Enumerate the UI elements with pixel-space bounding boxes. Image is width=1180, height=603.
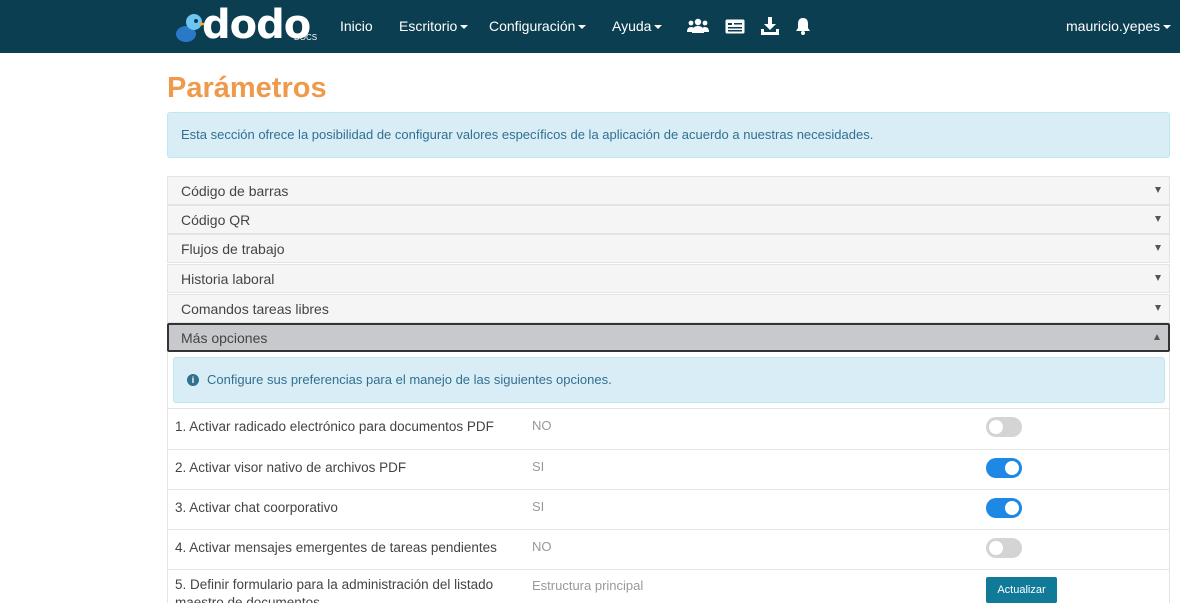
toggle-switch[interactable] — [986, 458, 1022, 478]
accordion-codigo-qr[interactable]: Código QR — [167, 205, 1170, 234]
caret-down-icon — [460, 25, 469, 30]
option-value: SI — [532, 459, 545, 474]
accordion-label: Comandos tareas libres — [181, 301, 329, 317]
option-row: 4. Activar mensajes emergentes de tareas… — [167, 529, 1170, 570]
toggle-switch[interactable] — [986, 417, 1022, 437]
accordion-label: Código QR — [181, 212, 251, 228]
top-navbar: dodo DOCS Inicio Escritorio Configuració… — [0, 0, 1180, 53]
toggle-knob — [989, 541, 1003, 555]
toggle-knob — [1005, 501, 1019, 515]
triangle-down-icon — [1155, 275, 1161, 281]
option-label: 1. Activar radicado electrónico para doc… — [175, 419, 494, 434]
dodo-docs-logo[interactable]: dodo DOCS — [172, 2, 318, 48]
nav-ayuda-label: Ayuda — [612, 18, 652, 34]
option-value: NO — [532, 539, 552, 554]
option-row: 5. Definir formulario para la administra… — [167, 569, 1170, 603]
bell-icon[interactable] — [795, 15, 811, 37]
toggle-knob — [989, 420, 1003, 434]
accordion-label: Historia laboral — [181, 271, 275, 287]
triangle-down-icon — [1155, 305, 1161, 311]
nav-escritorio[interactable]: Escritorio — [399, 18, 469, 34]
caret-down-icon — [654, 25, 663, 30]
download-icon[interactable] — [761, 15, 779, 37]
nav-escritorio-label: Escritorio — [399, 18, 458, 34]
nav-configuracion-label: Configuración — [489, 18, 576, 34]
nav-ayuda[interactable]: Ayuda — [612, 18, 663, 34]
options-info-text: Configure sus preferencias para el manej… — [207, 372, 612, 387]
option-label: 2. Activar visor nativo de archivos PDF — [175, 460, 407, 475]
toggle-switch[interactable] — [986, 498, 1022, 518]
accordion-label: Flujos de trabajo — [181, 241, 285, 257]
update-button[interactable]: Actualizar — [986, 577, 1057, 603]
options-info-alert: i Configure sus preferencias para el man… — [173, 357, 1165, 403]
accordion-comandos-tareas[interactable]: Comandos tareas libres — [167, 294, 1170, 323]
accordion-codigo-barras[interactable]: Código de barras — [167, 176, 1170, 205]
toggle-knob — [1005, 461, 1019, 475]
caret-down-icon — [1163, 25, 1172, 30]
option-label: 4. Activar mensajes emergentes de tareas… — [175, 540, 497, 555]
option-label: 3. Activar chat coorporativo — [175, 500, 338, 515]
toggle-switch[interactable] — [986, 538, 1022, 558]
users-icon[interactable] — [687, 15, 709, 37]
info-alert: Esta sección ofrece la posibilidad de co… — [167, 112, 1170, 158]
accordion-label: Código de barras — [181, 183, 289, 199]
nav-inicio[interactable]: Inicio — [340, 18, 373, 34]
id-card-icon[interactable] — [725, 15, 745, 37]
triangle-up-icon — [1154, 334, 1160, 340]
accordion-flujos-trabajo[interactable]: Flujos de trabajo — [167, 234, 1170, 263]
accordion-mas-opciones[interactable]: Más opciones — [167, 323, 1170, 352]
triangle-down-icon — [1155, 245, 1161, 251]
page-title: Parámetros — [167, 72, 327, 104]
triangle-down-icon — [1155, 216, 1161, 222]
username: mauricio.yepes — [1066, 18, 1161, 34]
option-value: SI — [532, 499, 545, 514]
nav-configuracion[interactable]: Configuración — [489, 18, 587, 34]
option-value: NO — [532, 418, 552, 433]
accordion-label: Más opciones — [181, 330, 268, 346]
option-row: 1. Activar radicado electrónico para doc… — [167, 408, 1170, 449]
option-value: Estructura principal — [532, 578, 644, 593]
user-menu[interactable]: mauricio.yepes — [1066, 18, 1172, 34]
caret-down-icon — [578, 25, 587, 30]
info-icon: i — [187, 374, 199, 386]
logo-subtext: DOCS — [294, 33, 318, 42]
triangle-down-icon — [1155, 187, 1161, 193]
option-row: 3. Activar chat coorporativo SI — [167, 489, 1170, 530]
option-row: 2. Activar visor nativo de archivos PDF … — [167, 449, 1170, 490]
accordion-historia-laboral[interactable]: Historia laboral — [167, 264, 1170, 293]
option-label: 5. Definir formulario para la administra… — [175, 577, 494, 603]
